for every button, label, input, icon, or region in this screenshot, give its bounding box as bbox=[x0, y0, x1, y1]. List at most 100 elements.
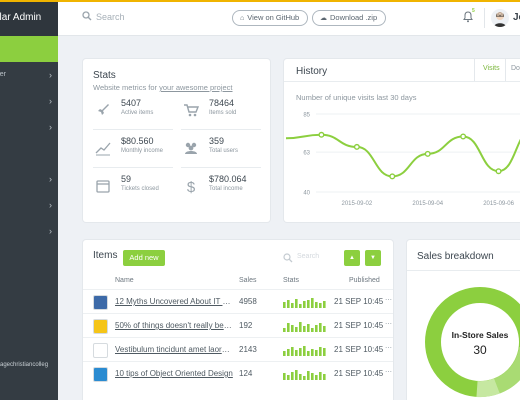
user-name[interactable]: Jo bbox=[513, 12, 520, 23]
spark-bar bbox=[315, 375, 318, 380]
item-name-link[interactable]: 12 Myths Uncovered About IT & Software bbox=[115, 297, 233, 306]
table-row[interactable]: 12 Myths Uncovered About IT & Software 49… bbox=[83, 289, 393, 313]
sidebar-item-label: ager bbox=[0, 71, 7, 78]
stat-label: Items sold bbox=[209, 110, 237, 116]
chevron-right-icon: › bbox=[49, 96, 52, 106]
table-row[interactable]: Vestibulum tincidunt amet laoreet mauris… bbox=[83, 337, 393, 361]
column-header-stats[interactable]: Stats bbox=[283, 277, 299, 284]
column-header-published[interactable]: Published bbox=[349, 277, 380, 284]
item-sparkline bbox=[283, 298, 326, 308]
y-tick-label: 40 bbox=[303, 191, 310, 197]
sidebar-item-1[interactable]: ager › bbox=[0, 62, 58, 88]
x-tick-label: 2015-09-02 bbox=[342, 201, 373, 207]
spark-bar bbox=[319, 303, 322, 308]
row-menu-icon[interactable]: ⋯ bbox=[385, 320, 392, 328]
chevron-up-icon: ▲ bbox=[349, 255, 355, 261]
spark-bar bbox=[323, 374, 326, 380]
x-tick-label: 2015-09-06 bbox=[483, 201, 514, 207]
users-icon bbox=[183, 140, 199, 156]
divider bbox=[181, 129, 261, 130]
item-name-link[interactable]: 50% of things doesn't really belongs to … bbox=[115, 321, 233, 330]
spark-bar bbox=[283, 373, 286, 380]
item-sparkline bbox=[283, 346, 326, 356]
row-menu-icon[interactable]: ⋯ bbox=[385, 368, 392, 376]
spark-bar bbox=[283, 328, 286, 332]
app-brand[interactable]: ular Admin bbox=[0, 0, 58, 36]
column-header-sales[interactable]: Sales bbox=[239, 277, 257, 284]
spark-bar bbox=[315, 302, 318, 308]
item-name-link[interactable]: Vestibulum tincidunt amet laoreet mauris… bbox=[115, 345, 233, 354]
ticket-icon bbox=[95, 178, 111, 194]
data-point bbox=[389, 173, 396, 180]
divider bbox=[484, 8, 485, 28]
divider bbox=[93, 129, 173, 130]
stat-label: Monthly income bbox=[121, 148, 164, 154]
github-button[interactable]: ⌂ View on GitHub bbox=[232, 10, 309, 26]
table-row[interactable]: 10 tips of Object Oriented Design 124 21 S… bbox=[83, 361, 393, 385]
project-link[interactable]: your awesome project bbox=[159, 83, 232, 92]
spark-bar bbox=[311, 349, 314, 356]
data-point bbox=[318, 131, 325, 138]
spark-bar bbox=[311, 298, 314, 308]
sidebar-item-active[interactable] bbox=[0, 36, 58, 62]
spark-bar bbox=[323, 348, 326, 356]
search-icon bbox=[283, 253, 293, 263]
item-sales: 4958 bbox=[239, 297, 257, 306]
spark-bar bbox=[295, 327, 298, 332]
spark-bar bbox=[319, 347, 322, 356]
item-published: 21 SEP 10:45 bbox=[334, 297, 384, 306]
search-input[interactable]: Search bbox=[96, 12, 125, 22]
github-icon: ⌂ bbox=[240, 15, 245, 22]
stat-value: 59 bbox=[121, 174, 132, 184]
chevron-right-icon: › bbox=[49, 200, 52, 210]
download-label: Download .zip bbox=[330, 13, 378, 22]
stat-label: Active items bbox=[121, 110, 154, 116]
item-published: 21 SEP 10:45 bbox=[334, 345, 384, 354]
add-new-button[interactable]: Add new bbox=[123, 250, 165, 266]
spark-bar bbox=[291, 325, 294, 332]
spark-bar bbox=[299, 348, 302, 356]
donut-segment-tertiary[interactable] bbox=[476, 378, 500, 398]
spark-bar bbox=[319, 323, 322, 332]
user-avatar-icon bbox=[494, 12, 506, 27]
column-header-name[interactable]: Name bbox=[115, 277, 134, 284]
items-search-input[interactable]: Search bbox=[283, 251, 343, 265]
avatar[interactable] bbox=[491, 9, 509, 27]
stat-item: $ $780.064 Total income bbox=[181, 173, 263, 201]
spark-bar bbox=[287, 300, 290, 308]
donut-center-value: 30 bbox=[473, 343, 487, 357]
item-sales: 192 bbox=[239, 321, 253, 330]
spark-bar bbox=[299, 374, 302, 380]
cart-icon bbox=[183, 102, 200, 118]
stats-subtitle-text: Website metrics for bbox=[93, 83, 160, 92]
spark-bar bbox=[319, 372, 322, 380]
options-button[interactable]: ▼ bbox=[365, 250, 381, 266]
sidebar-item-3[interactable]: › bbox=[0, 114, 58, 140]
row-menu-icon[interactable]: ⋯ bbox=[385, 344, 392, 352]
item-sales: 124 bbox=[239, 369, 253, 378]
download-button[interactable]: ☁ Download .zip bbox=[312, 10, 387, 26]
history-card: History Visits Do Number of unique visit… bbox=[284, 59, 520, 222]
table-row[interactable]: 50% of things doesn't really belongs to … bbox=[83, 313, 393, 337]
sidebar-item-6[interactable]: › bbox=[0, 192, 58, 218]
row-menu-icon[interactable]: ⋯ bbox=[385, 296, 392, 304]
item-name-link[interactable]: 10 tips of Object Oriented Design bbox=[115, 369, 233, 378]
y-tick-label: 85 bbox=[303, 113, 310, 119]
sidebar-item-8[interactable]: s bbox=[0, 244, 58, 270]
sidebar-item-7[interactable]: › bbox=[0, 218, 58, 244]
spark-bar bbox=[311, 328, 314, 332]
sidebar-item-2[interactable]: › bbox=[0, 88, 58, 114]
stat-label: Total users bbox=[209, 148, 239, 154]
data-point bbox=[460, 133, 467, 140]
y-tick-label: 63 bbox=[303, 151, 310, 157]
search-icon bbox=[82, 11, 92, 21]
sidebar-item-5[interactable]: s› bbox=[0, 166, 58, 192]
divider bbox=[93, 167, 173, 168]
stats-subtitle: Website metrics for your awesome project bbox=[93, 83, 233, 92]
spark-bar bbox=[291, 303, 294, 308]
collapse-button[interactable]: ▲ bbox=[344, 250, 360, 266]
data-point bbox=[353, 143, 360, 150]
sidebar-item-4[interactable] bbox=[0, 140, 58, 166]
stats-card: Stats Website metrics for your awesome p… bbox=[83, 59, 270, 222]
spark-bar bbox=[311, 373, 314, 380]
